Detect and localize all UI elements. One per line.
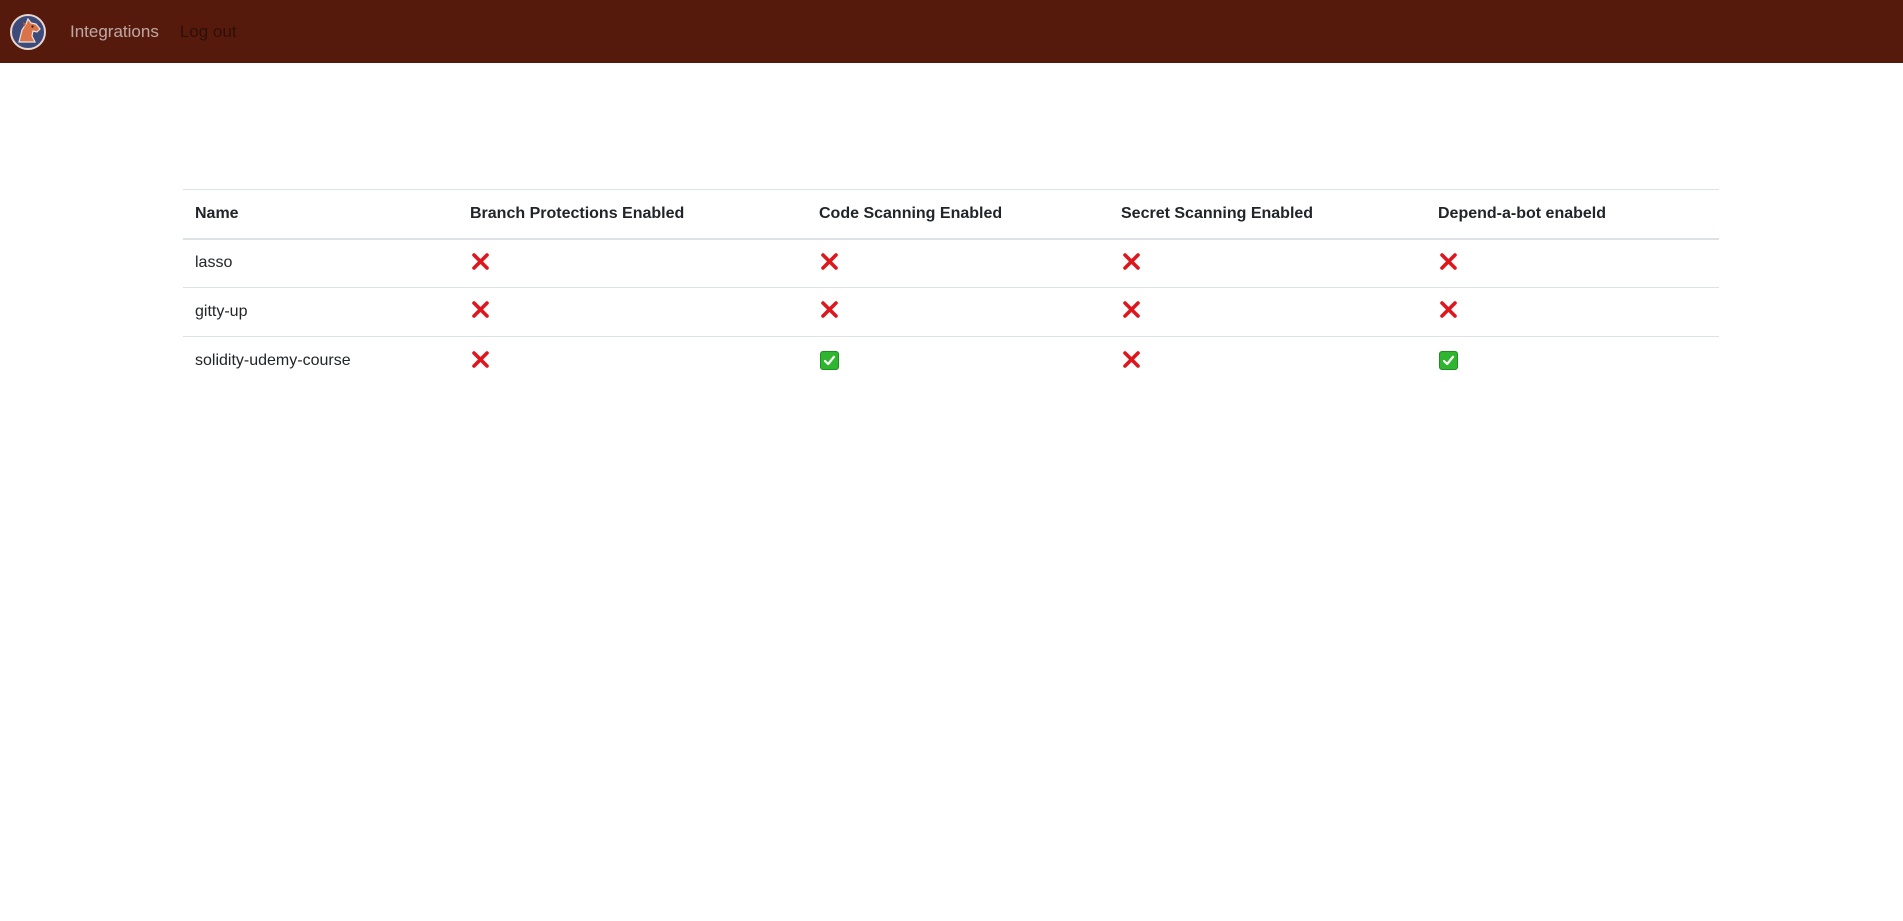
- table-header: Name Branch Protections Enabled Code Sca…: [183, 189, 1719, 240]
- check-icon: [819, 351, 839, 371]
- header-code-scanning: Code Scanning Enabled: [807, 189, 1109, 240]
- status-cell-dependabot: [1426, 287, 1719, 337]
- cross-icon: [470, 300, 490, 320]
- cross-icon: [470, 349, 490, 369]
- table-body: lasso gitty-up solidity-udemy-course: [183, 238, 1719, 386]
- cross-icon: [819, 300, 839, 320]
- status-cell-code-scanning: [807, 238, 1109, 288]
- repo-name-cell: solidity-udemy-course: [195, 352, 351, 370]
- header-name: Name: [183, 189, 458, 240]
- top-navbar: Integrations Log out: [0, 0, 1903, 63]
- header-branch-protections: Branch Protections Enabled: [458, 189, 807, 240]
- cross-icon: [819, 251, 839, 271]
- header-secret-scanning: Secret Scanning Enabled: [1109, 189, 1426, 240]
- status-cell-branch-protections: [458, 238, 807, 288]
- cross-icon: [470, 251, 490, 271]
- horse-head-icon[interactable]: [8, 12, 48, 52]
- table-row: gitty-up: [183, 287, 1719, 337]
- table-row: lasso: [183, 238, 1719, 288]
- status-cell-code-scanning: [807, 287, 1109, 337]
- logo-svg: [10, 13, 46, 50]
- status-cell-dependabot: [1426, 238, 1719, 288]
- table-row: solidity-udemy-course: [183, 337, 1719, 386]
- cross-icon: [1438, 251, 1458, 271]
- main-content: Name Branch Protections Enabled Code Sca…: [183, 189, 1719, 386]
- cross-icon: [1121, 349, 1141, 369]
- cross-icon: [1438, 300, 1458, 320]
- nav-logout-link[interactable]: Log out: [180, 22, 237, 42]
- status-cell-branch-protections: [458, 287, 807, 337]
- status-cell-dependabot: [1426, 337, 1719, 386]
- cross-icon: [1121, 300, 1141, 320]
- cross-icon: [1121, 251, 1141, 271]
- status-cell-secret-scanning: [1109, 287, 1426, 337]
- check-icon: [1438, 351, 1458, 371]
- status-cell-secret-scanning: [1109, 238, 1426, 288]
- repo-name-cell: lasso: [183, 238, 458, 288]
- status-cell-secret-scanning: [1109, 337, 1426, 386]
- status-cell-code-scanning: [807, 337, 1109, 386]
- header-row: Name Branch Protections Enabled Code Sca…: [183, 189, 1719, 240]
- nav-integrations-link[interactable]: Integrations: [70, 22, 159, 42]
- status-cell-branch-protections: [458, 337, 807, 386]
- header-dependabot: Depend-a-bot enabeld: [1426, 189, 1719, 240]
- repositories-table: Name Branch Protections Enabled Code Sca…: [183, 189, 1719, 386]
- repo-name-cell: gitty-up: [183, 287, 458, 337]
